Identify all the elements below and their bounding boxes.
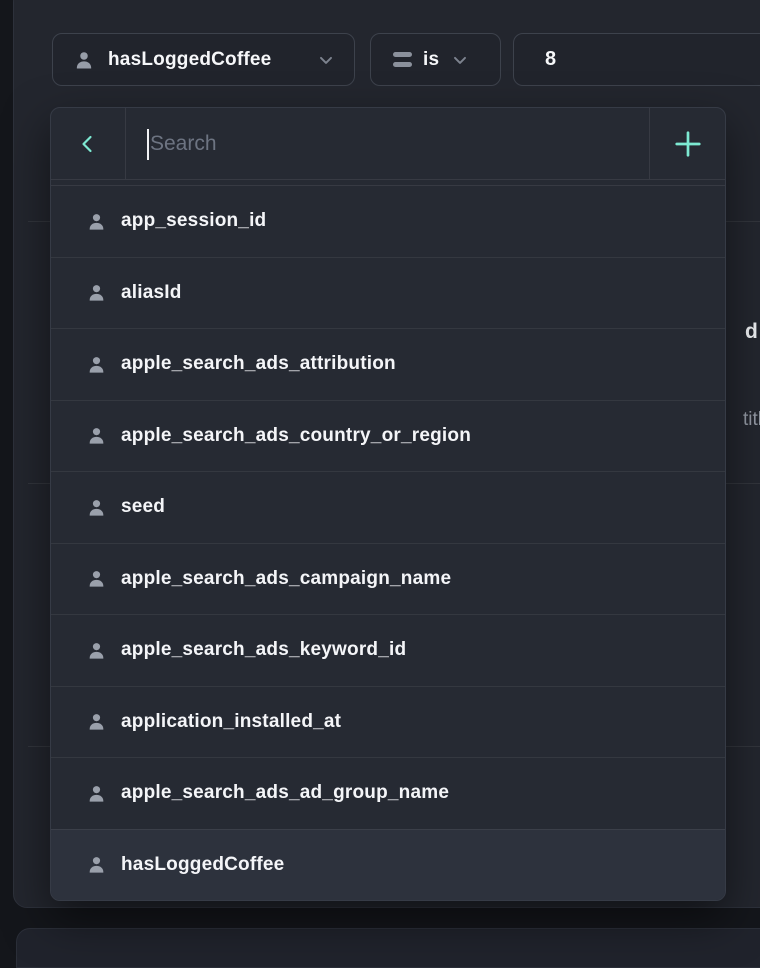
text-cursor (147, 129, 149, 160)
user-icon (86, 211, 107, 232)
next-section-panel (16, 928, 760, 968)
property-dropdown: app_session_id aliasId apple_search_ads_… (50, 107, 726, 901)
filter-value-field[interactable]: 8 (513, 33, 760, 86)
user-icon (86, 354, 107, 375)
property-label: apple_search_ads_keyword_id (121, 639, 406, 661)
background-text-fragment: title (743, 409, 760, 431)
property-label: aliasId (121, 282, 182, 304)
property-label: apple_search_ads_attribution (121, 353, 396, 375)
property-list: app_session_id aliasId apple_search_ads_… (51, 186, 725, 900)
filter-property-pill[interactable]: hasLoggedCoffee (52, 33, 355, 86)
user-icon (86, 711, 107, 732)
user-icon (86, 497, 107, 518)
add-property-button[interactable] (649, 108, 725, 179)
property-list-item[interactable]: apple_search_ads_ad_group_name (51, 757, 725, 829)
chevron-down-icon (316, 50, 336, 70)
property-label: hasLoggedCoffee (121, 854, 284, 876)
user-icon (86, 425, 107, 446)
chevron-down-icon (450, 50, 470, 70)
user-icon (86, 783, 107, 804)
property-list-item[interactable]: application_installed_at (51, 686, 725, 758)
property-list-item[interactable]: apple_search_ads_campaign_name (51, 543, 725, 615)
user-icon (86, 854, 107, 875)
property-label: apple_search_ads_ad_group_name (121, 782, 449, 804)
user-icon (73, 49, 95, 71)
property-list-item[interactable]: aliasId (51, 257, 725, 329)
filter-operator-pill[interactable]: is (370, 33, 501, 86)
user-icon (86, 282, 107, 303)
equals-icon (393, 52, 412, 67)
search-container (126, 108, 649, 179)
search-input[interactable] (126, 108, 649, 179)
property-label: apple_search_ads_country_or_region (121, 425, 471, 447)
background-text-fragment: d S (745, 320, 760, 344)
property-list-item[interactable]: apple_search_ads_attribution (51, 328, 725, 400)
user-icon (86, 568, 107, 589)
property-label: application_installed_at (121, 711, 341, 733)
back-button[interactable] (51, 108, 126, 179)
filter-operator-label: is (423, 49, 439, 71)
plus-icon (670, 126, 706, 162)
property-label: seed (121, 496, 165, 518)
property-label: apple_search_ads_campaign_name (121, 568, 451, 590)
filter-property-label: hasLoggedCoffee (108, 49, 271, 71)
property-label: app_session_id (121, 210, 266, 232)
chevron-left-icon (76, 132, 100, 156)
property-list-item[interactable]: seed (51, 471, 725, 543)
filter-value-text: 8 (545, 48, 556, 71)
user-icon (86, 640, 107, 661)
dropdown-header (51, 108, 725, 180)
property-list-item[interactable]: app_session_id (51, 186, 725, 257)
property-list-item[interactable]: apple_search_ads_country_or_region (51, 400, 725, 472)
property-list-item[interactable]: apple_search_ads_keyword_id (51, 614, 725, 686)
property-list-item-selected[interactable]: hasLoggedCoffee (51, 829, 725, 901)
